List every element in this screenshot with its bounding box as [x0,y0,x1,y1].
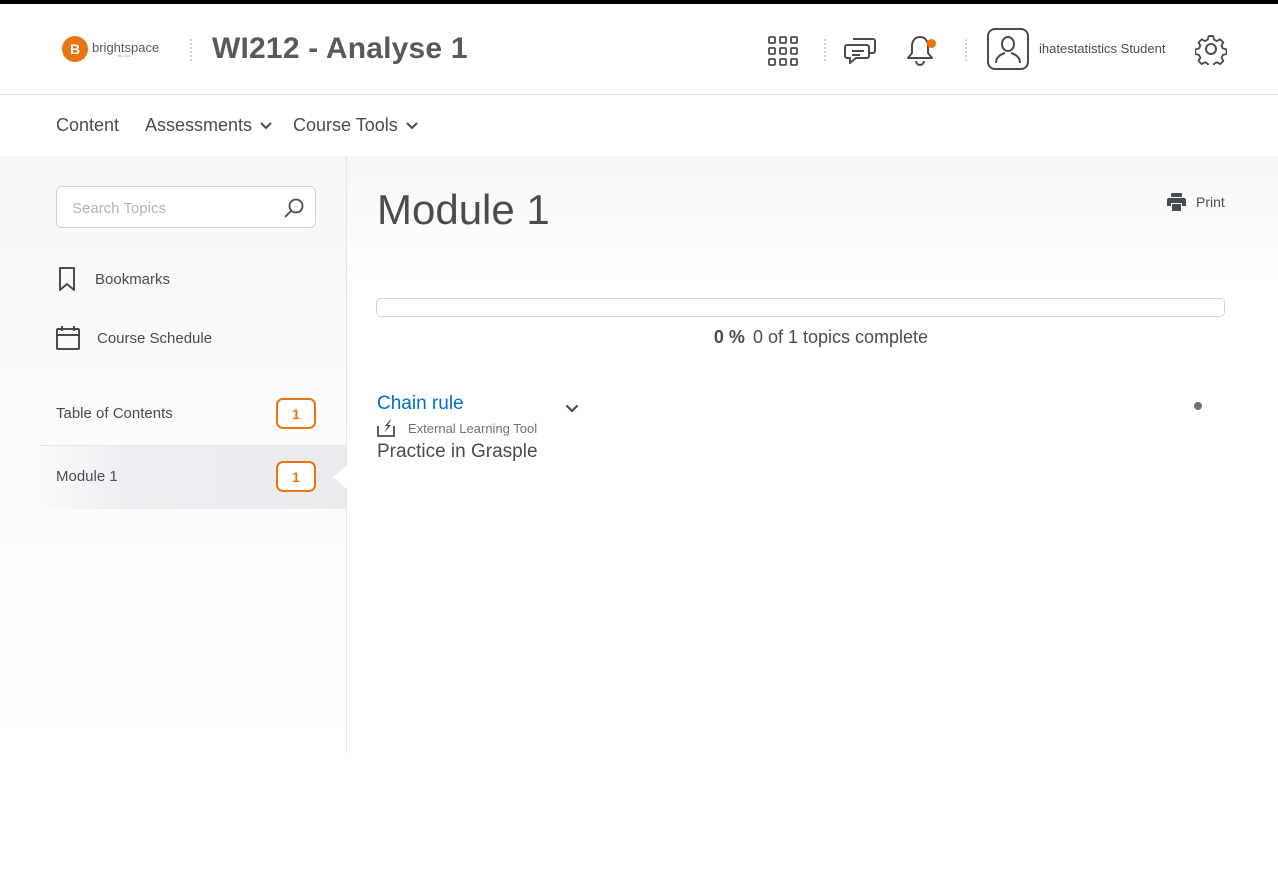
topic-description: Practice in Grasple [377,441,538,462]
progress-bar [376,298,1225,317]
nav-assessments-label: Assessments [145,115,253,135]
progress-summary-text: 0 of 1 topics complete [752,327,929,347]
gear-icon[interactable] [1194,33,1228,69]
course-schedule-label: Course Schedule [97,329,213,347]
bookmark-icon [59,267,75,291]
nav-content-label: Content [56,115,120,135]
user-name[interactable]: ihatestatistics Student [1039,41,1165,56]
toc-label: Module 1 [56,468,118,485]
header-divider [190,38,192,62]
bookmarks-label: Bookmarks [95,270,171,288]
chat-icon[interactable] [844,34,876,70]
print-button[interactable]: Print [1167,193,1225,211]
course-navbar: Content Assessments Course Tools [0,95,1278,156]
topic-menu-button[interactable] [565,399,579,418]
search-placeholder: Search Topics [72,200,166,217]
toc-label: Table of Contents [56,405,173,422]
topic-link[interactable]: Chain rule [377,393,464,415]
printer-icon [1167,193,1186,211]
page-title: Module 1 [377,186,550,233]
chevron-down-icon [565,404,579,413]
toc-item-table-of-contents[interactable]: Table of Contents 1 [0,383,346,446]
notification-dot [927,39,936,48]
sidebar: Search Topics Bookmarks Course Schedule … [0,156,347,753]
avatar-icon [995,36,1021,64]
nav-assessments[interactable]: Assessments [145,115,272,136]
incomplete-indicator [1194,402,1202,410]
header-divider [824,38,826,62]
avatar[interactable] [987,28,1029,70]
brightspace-logo[interactable]: B brightspace by D2L [62,36,159,62]
active-indicator [333,465,347,489]
external-tool-icon [377,420,395,437]
nav-course-tools-label: Course Tools [293,115,398,135]
count-badge: 1 [276,398,316,429]
nav-course-tools[interactable]: Course Tools [293,115,418,136]
count-badge: 1 [276,461,316,492]
search-input[interactable]: Search Topics [56,186,316,228]
course-title[interactable]: WI212 - Analyse 1 [212,32,468,66]
header-divider [965,38,967,62]
progress-percent: 0 % [713,327,745,347]
toc-item-module-1[interactable]: Module 1 1 [0,446,346,509]
topic-type-label: External Learning Tool [408,420,538,436]
logo-mark: B [62,36,88,62]
waffle-icon[interactable] [768,36,798,70]
calendar-icon [56,326,80,350]
header: B brightspace by D2L WI212 - Analyse 1 i… [0,4,1278,95]
print-label: Print [1196,194,1225,210]
progress-summary: 0 % 0 of 1 topics complete [376,327,1266,348]
nav-content[interactable]: Content [56,115,119,136]
chevron-down-icon [260,121,272,129]
topic-type: External Learning Tool [376,418,537,438]
bookmarks-link[interactable]: Bookmarks [56,266,170,292]
chevron-down-icon [406,121,418,129]
logo-subtext: by D2L [118,53,131,58]
course-schedule-link[interactable]: Course Schedule [56,325,212,351]
search-icon[interactable] [283,197,305,219]
